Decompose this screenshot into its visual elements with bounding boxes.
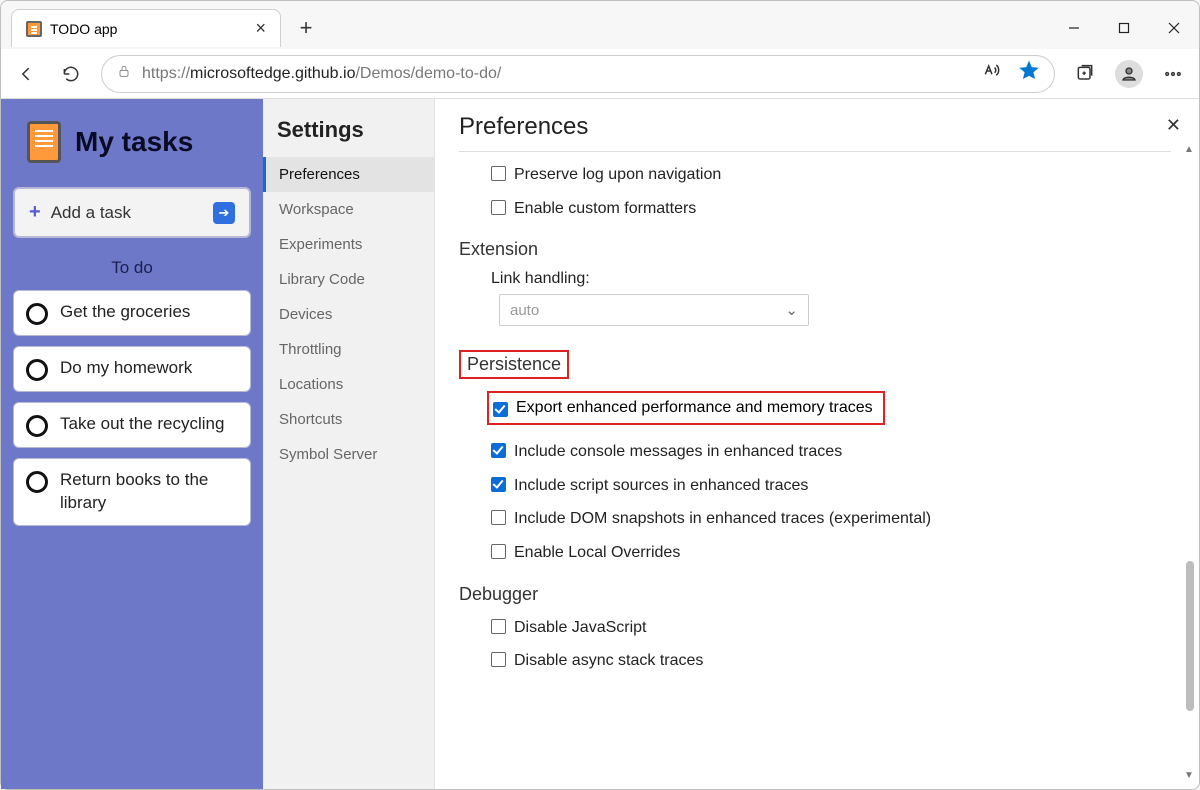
settings-nav-throttling[interactable]: Throttling [263,332,434,367]
avatar-icon [1115,60,1143,88]
address-bar[interactable]: https://microsoftedge.github.io/Demos/de… [101,55,1055,93]
settings-heading: Settings [263,113,434,157]
settings-nav-devices[interactable]: Devices [263,297,434,332]
top-option[interactable]: Preserve log upon navigation [491,164,1171,186]
app-header: My tasks [27,121,251,163]
settings-sidebar: Settings PreferencesWorkspaceExperiments… [263,99,435,789]
settings-nav-experiments[interactable]: Experiments [263,227,434,262]
new-tab-button[interactable]: + [289,11,323,45]
persistence-label: Include script sources in enhanced trace… [514,475,808,497]
menu-button[interactable] [1153,54,1193,94]
tab-title: TODO app [50,21,117,37]
tab-favicon-icon [26,21,42,37]
persistence-option[interactable]: Enable Local Overrides [491,542,1171,564]
preferences-heading: Preferences [459,113,1171,152]
close-panel-button[interactable]: ✕ [1166,115,1181,136]
task-label: Take out the recycling [60,413,224,436]
debugger-label: Disable async stack traces [514,650,703,672]
window-controls [1049,8,1199,48]
content: My tasks + Add a task ➔ To do Get the gr… [1,99,1199,789]
add-task-label: Add a task [51,203,131,223]
task-label: Return books to the library [60,469,238,515]
task-label: Do my homework [60,357,192,380]
debugger-option[interactable]: Disable JavaScript [491,617,1171,639]
favorite-star-icon[interactable] [1018,60,1040,87]
browser-window: TODO app × + https://microsoftedge.githu… [0,0,1200,790]
addr-right [982,60,1040,87]
debugger-option[interactable]: Disable async stack traces [491,650,1171,672]
task-item[interactable]: Return books to the library [13,458,251,526]
settings-nav-symbol-server[interactable]: Symbol Server [263,437,434,472]
scroll-up-icon[interactable]: ▲ [1181,141,1197,157]
clipboard-icon [27,121,61,163]
persistence-checkbox[interactable] [491,477,506,492]
task-item[interactable]: Get the groceries [13,290,251,336]
maximize-button[interactable] [1099,8,1149,48]
persistence-label: Include console messages in enhanced tra… [514,441,842,463]
persistence-option[interactable]: Include DOM snapshots in enhanced traces… [491,508,1171,530]
back-button[interactable] [7,54,47,94]
task-item[interactable]: Take out the recycling [13,402,251,448]
persistence-label: Include DOM snapshots in enhanced traces… [514,508,931,530]
settings-nav-preferences[interactable]: Preferences [263,157,434,192]
task-label: Get the groceries [60,301,190,324]
task-radio-icon[interactable] [26,471,48,493]
link-handling-label: Link handling: [491,270,1171,288]
task-radio-icon[interactable] [26,415,48,437]
tab-close-icon[interactable]: × [255,18,266,39]
add-task-button[interactable]: + Add a task ➔ [13,187,251,238]
link-handling-value: auto [510,302,539,319]
close-window-button[interactable] [1149,8,1199,48]
scrollbar[interactable]: ▲ ▼ [1181,141,1197,783]
export-traces-option[interactable]: Export enhanced performance and memory t… [487,391,885,425]
task-radio-icon[interactable] [26,359,48,381]
lock-icon [116,63,132,84]
section-heading: To do [9,258,255,278]
settings-nav-workspace[interactable]: Workspace [263,192,434,227]
todo-app: My tasks + Add a task ➔ To do Get the gr… [1,99,263,789]
app-title: My tasks [75,126,193,158]
refresh-button[interactable] [51,54,91,94]
titlebar: TODO app × + [1,1,1199,49]
top-checkbox[interactable] [491,200,506,215]
chevron-down-icon: ⌄ [785,301,798,319]
persistence-checkbox[interactable] [491,510,506,525]
scroll-thumb[interactable] [1186,561,1194,711]
debugger-label: Disable JavaScript [514,617,647,639]
top-option[interactable]: Enable custom formatters [491,198,1171,220]
settings-nav-locations[interactable]: Locations [263,367,434,402]
top-label: Preserve log upon navigation [514,164,721,186]
url-text: https://microsoftedge.github.io/Demos/de… [142,65,501,83]
persistence-heading: Persistence [459,350,569,379]
task-list: Get the groceries Do my homework Take out … [9,290,255,526]
persistence-option[interactable]: Include script sources in enhanced trace… [491,475,1171,497]
collections-button[interactable] [1065,54,1105,94]
toolbar: https://microsoftedge.github.io/Demos/de… [1,49,1199,99]
export-traces-checkbox[interactable] [493,402,508,417]
persistence-label: Enable Local Overrides [514,542,680,564]
top-checkbox[interactable] [491,166,506,181]
settings-nav-shortcuts[interactable]: Shortcuts [263,402,434,437]
settings-nav-library-code[interactable]: Library Code [263,262,434,297]
persistence-checkbox[interactable] [491,544,506,559]
read-aloud-icon[interactable] [982,61,1002,86]
plus-icon: + [29,201,41,224]
link-handling-select[interactable]: auto ⌄ [499,294,809,326]
task-radio-icon[interactable] [26,303,48,325]
persistence-option[interactable]: Include console messages in enhanced tra… [491,441,1171,463]
submit-arrow-icon[interactable]: ➔ [213,202,235,224]
export-traces-label: Export enhanced performance and memory t… [516,399,873,417]
persistence-checkbox[interactable] [491,443,506,458]
debugger-checkbox[interactable] [491,619,506,634]
minimize-button[interactable] [1049,8,1099,48]
top-label: Enable custom formatters [514,198,696,220]
scroll-down-icon[interactable]: ▼ [1181,767,1197,783]
debugger-heading: Debugger [459,584,1171,605]
debugger-checkbox[interactable] [491,652,506,667]
task-item[interactable]: Do my homework [13,346,251,392]
browser-tab[interactable]: TODO app × [11,9,281,47]
extension-heading: Extension [459,239,1171,260]
preferences-pane: ✕ Preferences Preserve log upon navigati… [435,99,1199,789]
profile-button[interactable] [1109,54,1149,94]
